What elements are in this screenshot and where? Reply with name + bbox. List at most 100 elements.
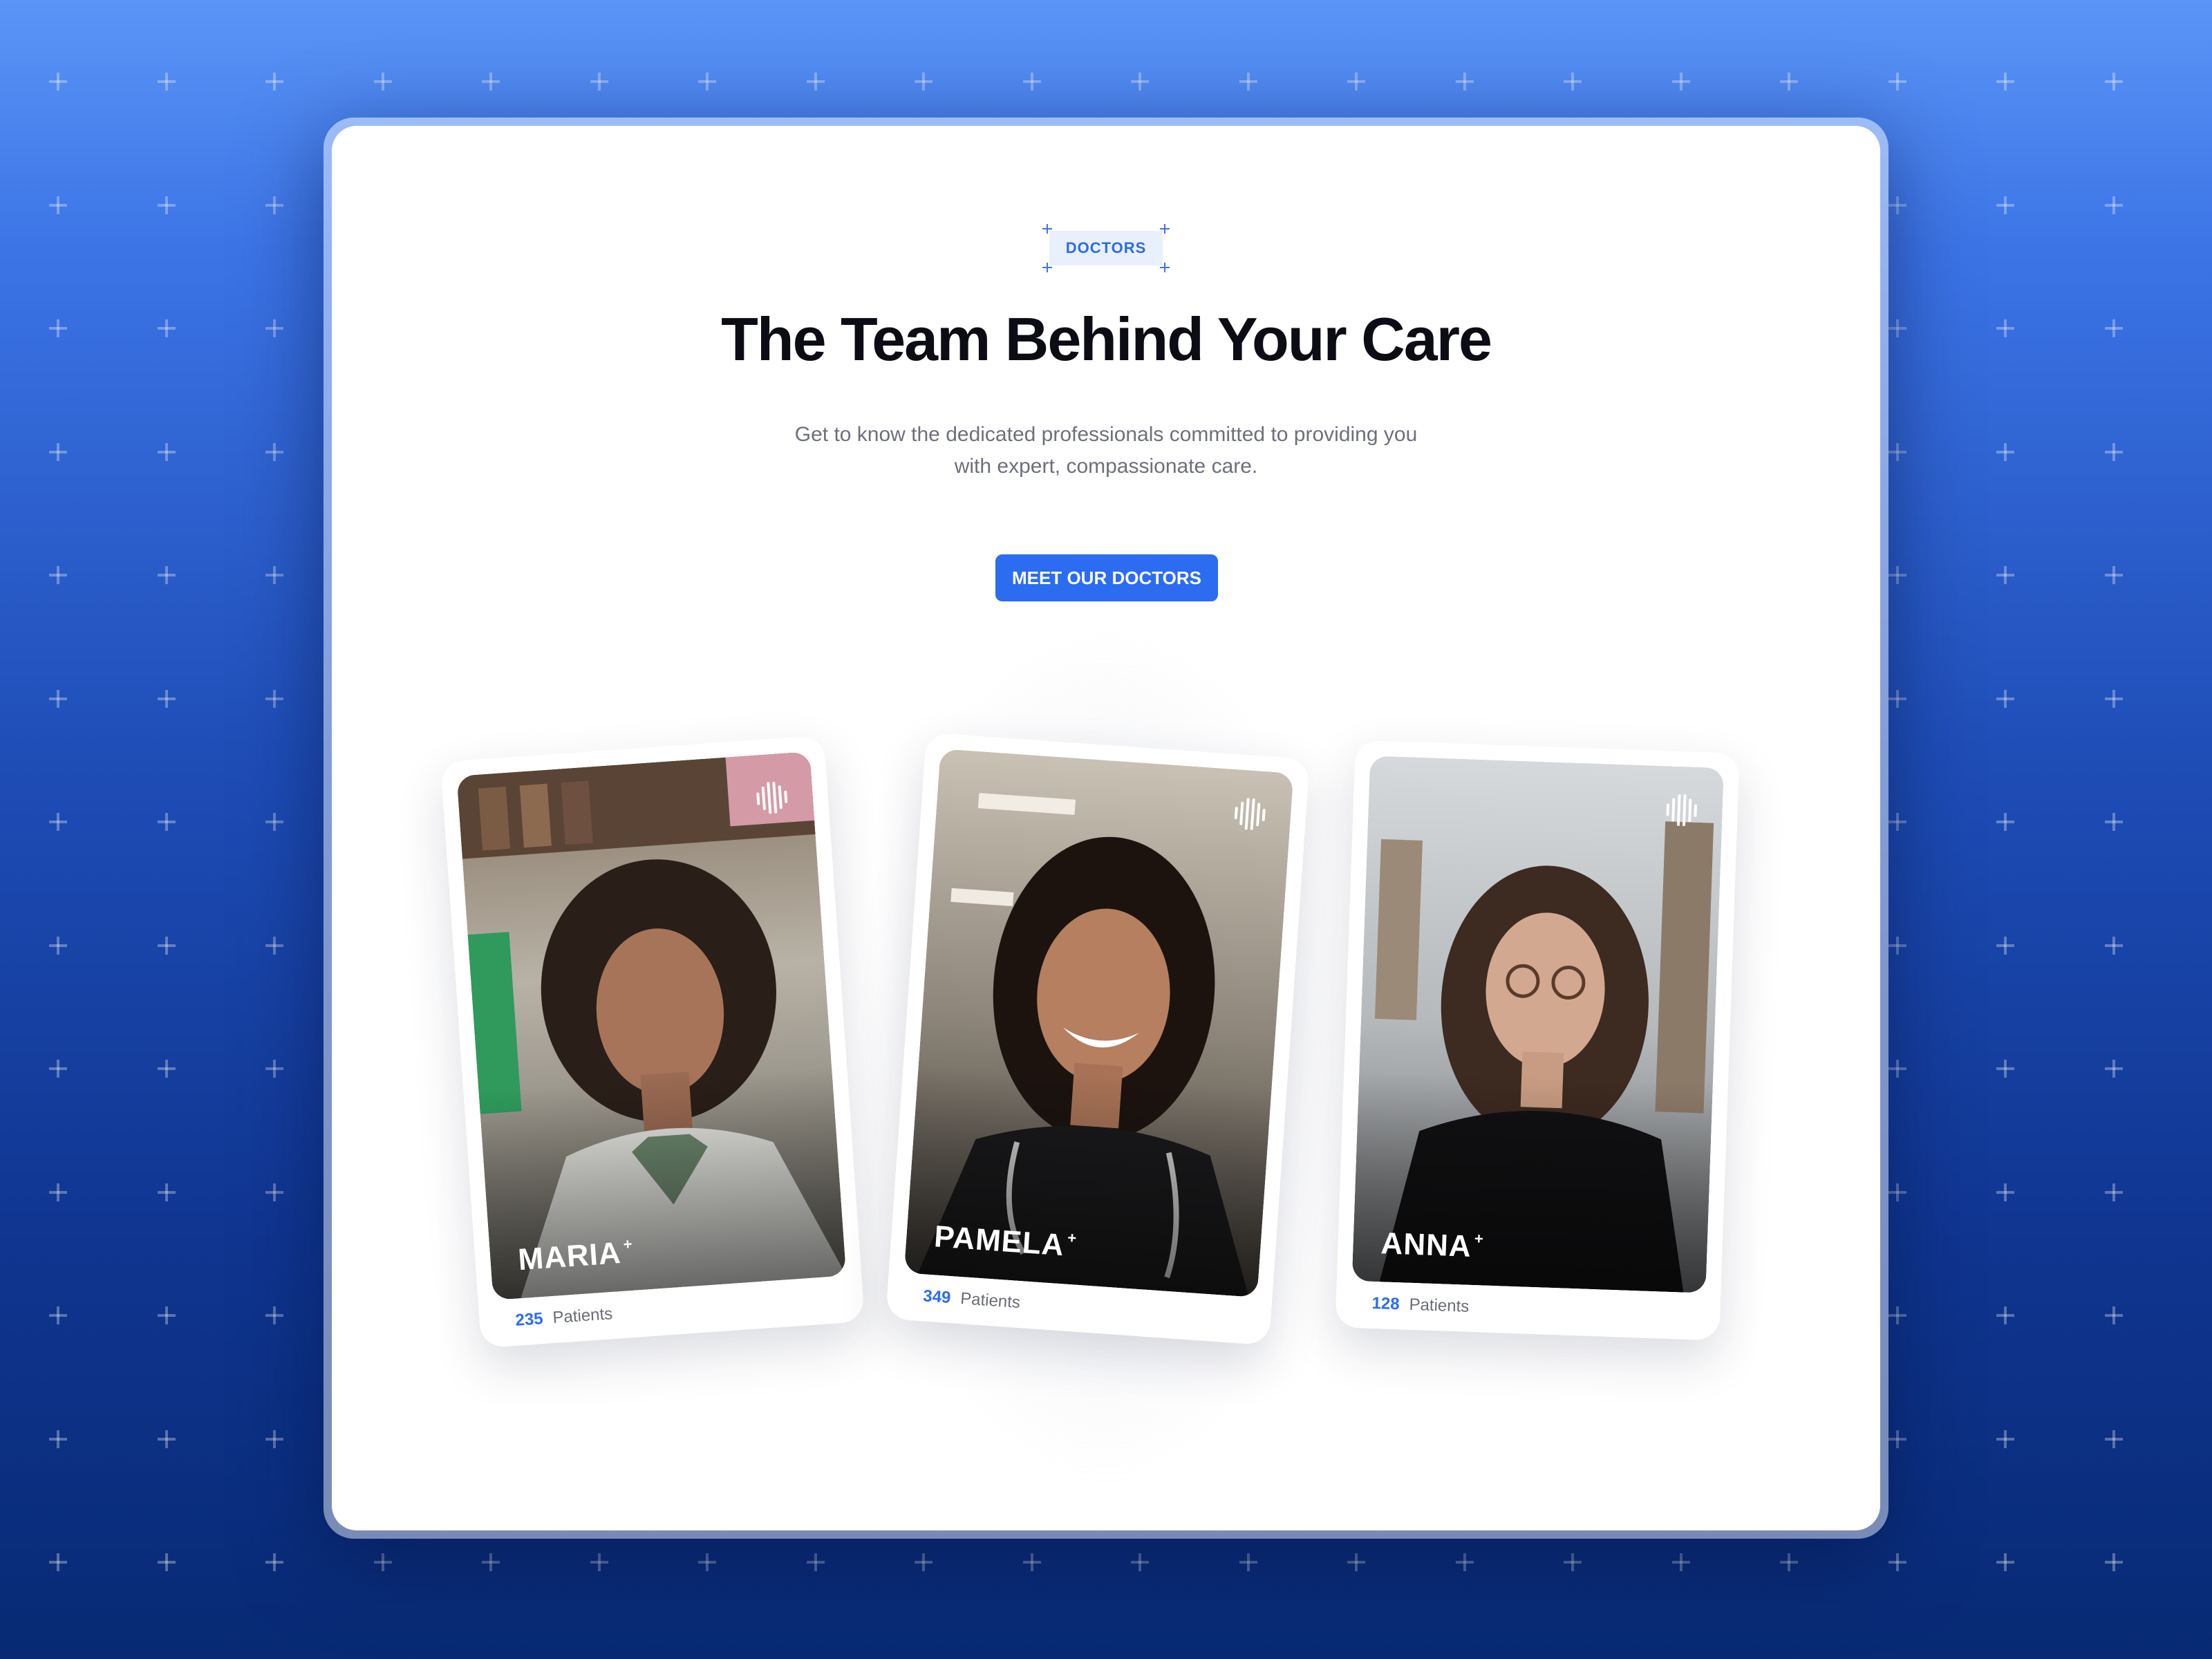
brand-logo-icon — [1234, 798, 1266, 830]
plus-pattern-icon — [2104, 1553, 2123, 1571]
subtitle-line-2: with expert, compassionate care. — [954, 455, 1258, 478]
plus-pattern-icon — [49, 689, 67, 708]
plus-pattern-icon — [1996, 1183, 2014, 1201]
sparkle-icon: + — [1474, 1230, 1485, 1248]
plus-pattern-icon — [373, 73, 392, 91]
plus-pattern-icon — [49, 1306, 67, 1324]
patients-label: Patients — [959, 1289, 1021, 1313]
plus-pattern-icon — [1022, 73, 1041, 91]
plus-pattern-icon — [2104, 196, 2123, 214]
plus-pattern-icon — [1780, 1553, 1798, 1571]
plus-pattern-icon — [49, 813, 67, 831]
plus-pattern-icon — [1780, 73, 1798, 91]
plus-pattern-icon — [1888, 1553, 1906, 1571]
patients-label: Patients — [1409, 1295, 1470, 1316]
plus-pattern-icon — [265, 689, 283, 708]
plus-pattern-icon — [2104, 442, 2123, 461]
plus-pattern-icon — [157, 1553, 176, 1571]
plus-pattern-icon — [1888, 566, 1906, 584]
badge-label: DOCTORS — [1065, 239, 1147, 256]
plus-pattern-icon — [49, 1060, 67, 1078]
patient-stats: 128 Patients — [1371, 1294, 1470, 1317]
patient-count: 235 — [514, 1309, 544, 1330]
plus-pattern-icon — [1996, 196, 2014, 214]
plus-pattern-icon — [1888, 196, 1906, 214]
plus-pattern-icon — [1888, 1430, 1906, 1448]
plus-pattern-icon — [1239, 1553, 1257, 1571]
plus-pattern-icon — [265, 566, 283, 584]
plus-pattern-icon — [2104, 936, 2123, 955]
plus-pattern-icon — [49, 196, 67, 214]
doctor-card-anna[interactable]: ANNA + 128 Patients — [1335, 740, 1740, 1341]
plus-pattern-icon — [265, 319, 283, 337]
plus-pattern-icon — [1239, 73, 1257, 91]
doctor-name: ANNA + — [1380, 1226, 1485, 1264]
plus-pattern-icon — [49, 1183, 67, 1201]
plus-pattern-icon — [1347, 73, 1365, 91]
plus-pattern-icon — [1455, 1553, 1474, 1571]
subtitle-line-1: Get to know the dedicated professionals … — [794, 423, 1418, 446]
doctor-card-maria[interactable]: MARIA+ 235 Patients — [440, 735, 865, 1349]
plus-pattern-icon — [482, 1553, 500, 1571]
plus-pattern-icon — [1455, 73, 1474, 91]
patient-stats: 349 Patients — [922, 1286, 1021, 1313]
badge-corner-plus-icon — [1042, 263, 1052, 272]
patient-count: 128 — [1371, 1293, 1400, 1314]
plus-pattern-icon — [1888, 936, 1906, 955]
section-subtitle: Get to know the dedicated professionals … — [747, 419, 1465, 482]
doctor-photo: PAMELA + — [903, 749, 1294, 1297]
plus-pattern-icon — [157, 689, 176, 708]
badge-corner-plus-icon — [1160, 224, 1170, 234]
badge-corner-plus-icon — [1042, 224, 1052, 234]
plus-pattern-icon — [2104, 319, 2123, 337]
plus-pattern-icon — [915, 73, 932, 91]
section-title: The Team Behind Your Care — [721, 305, 1492, 373]
plus-pattern-icon — [590, 1553, 608, 1571]
plus-pattern-icon — [157, 813, 176, 831]
plus-pattern-icon — [1888, 442, 1906, 461]
plus-pattern-icon — [373, 1553, 392, 1571]
plus-pattern-icon — [1671, 73, 1690, 91]
plus-pattern-icon — [1996, 566, 2014, 584]
doctor-card-pamela[interactable]: PAMELA + 349 Patients — [885, 732, 1310, 1346]
plus-pattern-icon — [915, 1553, 932, 1571]
plus-pattern-icon — [1671, 1553, 1690, 1571]
plus-pattern-icon — [49, 319, 67, 337]
plus-pattern-icon — [265, 1553, 283, 1571]
plus-pattern-icon — [590, 73, 608, 91]
plus-pattern-icon — [2104, 1060, 2123, 1078]
plus-pattern-icon — [1888, 813, 1906, 831]
plus-pattern-icon — [1888, 689, 1906, 708]
plus-pattern-icon — [1564, 73, 1582, 91]
plus-pattern-icon — [49, 442, 67, 461]
brand-logo-icon — [756, 781, 788, 814]
plus-pattern-icon — [157, 442, 176, 461]
plus-pattern-icon — [157, 566, 176, 584]
plus-pattern-icon — [1996, 73, 2014, 91]
plus-pattern-icon — [482, 73, 500, 91]
plus-pattern-icon — [157, 1306, 176, 1324]
sparkle-icon: + — [1067, 1228, 1078, 1247]
plus-pattern-icon — [49, 73, 67, 91]
plus-pattern-icon — [698, 73, 716, 91]
patient-stats: 235 Patients — [515, 1304, 613, 1331]
plus-pattern-icon — [1888, 1306, 1906, 1324]
plus-pattern-icon — [49, 1553, 67, 1571]
plus-pattern-icon — [157, 73, 176, 91]
plus-pattern-icon — [1996, 1060, 2014, 1078]
plus-pattern-icon — [265, 936, 283, 955]
meet-our-doctors-button[interactable]: MEET OUR DOCTORS — [995, 554, 1218, 601]
plus-pattern-icon — [1996, 936, 2014, 955]
plus-pattern-icon — [1888, 1183, 1906, 1201]
plus-pattern-icon — [806, 73, 825, 91]
plus-pattern-icon — [1888, 319, 1906, 337]
plus-pattern-icon — [265, 1430, 283, 1448]
plus-pattern-icon — [157, 936, 176, 955]
plus-pattern-icon — [1131, 1553, 1149, 1571]
plus-pattern-icon — [49, 1430, 67, 1448]
plus-pattern-icon — [1888, 1060, 1906, 1078]
plus-pattern-icon — [1996, 813, 2014, 831]
plus-pattern-icon — [265, 442, 283, 461]
brand-logo-icon — [1666, 794, 1697, 827]
plus-pattern-icon — [157, 1060, 176, 1078]
